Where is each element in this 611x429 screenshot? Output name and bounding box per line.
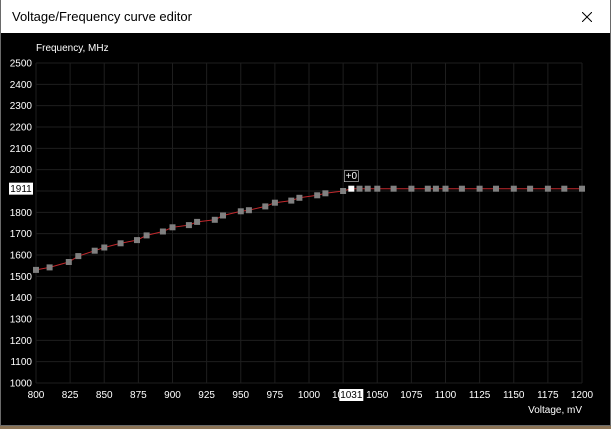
selected-frequency-label: 1911 xyxy=(10,184,32,195)
x-tick-label: 1100 xyxy=(435,390,457,401)
curve-point[interactable] xyxy=(544,185,551,192)
y-tick-label: 2100 xyxy=(10,144,33,155)
curve-point[interactable] xyxy=(458,185,465,192)
curve-point[interactable] xyxy=(314,192,321,199)
x-tick-label: 1150 xyxy=(503,390,525,401)
curve-point[interactable] xyxy=(134,237,140,244)
curve-point[interactable] xyxy=(159,228,166,235)
curve-point[interactable] xyxy=(510,185,517,192)
y-tick-label: 1800 xyxy=(10,208,33,219)
y-tick-label: 1400 xyxy=(10,293,33,304)
y-tick-label: 1100 xyxy=(10,357,32,368)
x-tick-label: 1200 xyxy=(571,390,594,401)
curve-point[interactable] xyxy=(340,188,347,194)
curve-point[interactable] xyxy=(527,185,534,192)
x-tick-label: 825 xyxy=(62,390,79,401)
x-axis-label: Voltage, mV xyxy=(528,405,582,416)
selection-labels: +0 1911 1031 xyxy=(9,170,364,401)
curve-point[interactable] xyxy=(432,185,439,192)
curve-point[interactable] xyxy=(288,197,295,204)
curve-point[interactable] xyxy=(390,185,397,192)
x-tick-label: 1050 xyxy=(366,390,389,401)
y-tick-label: 2000 xyxy=(10,165,33,176)
curve-point[interactable] xyxy=(143,232,150,239)
offset-label: +0 xyxy=(346,171,358,182)
x-tick-labels: 8008258508759009259509751000102510501075… xyxy=(28,390,594,401)
x-tick-label: 1125 xyxy=(469,390,491,401)
curve-point[interactable] xyxy=(296,194,303,201)
curve-point[interactable] xyxy=(185,222,192,229)
y-tick-label: 2500 xyxy=(10,59,33,70)
curve-point[interactable] xyxy=(46,264,53,271)
y-tick-label: 1000 xyxy=(10,379,33,390)
curve-point[interactable] xyxy=(442,185,449,192)
curve-point[interactable] xyxy=(322,190,329,197)
curve-point[interactable] xyxy=(33,266,39,273)
curve-point[interactable] xyxy=(211,216,218,223)
curve-point[interactable] xyxy=(364,185,371,192)
curve-point[interactable] xyxy=(374,185,381,192)
curve-point[interactable] xyxy=(101,244,108,251)
curve-point[interactable] xyxy=(237,208,244,215)
curve-point[interactable] xyxy=(169,224,176,231)
grid xyxy=(35,62,583,384)
x-tick-label: 850 xyxy=(96,390,113,401)
x-tick-label: 925 xyxy=(198,390,215,401)
curve-point[interactable] xyxy=(561,185,568,192)
x-tick-label: 875 xyxy=(130,390,147,401)
x-tick-label: 800 xyxy=(28,390,45,401)
y-axis-label: Frequency, MHz xyxy=(36,43,109,54)
y-tick-labels: 2500240023002200210020001900180017001600… xyxy=(10,59,33,390)
curve-point[interactable] xyxy=(493,185,499,192)
x-tick-label: 950 xyxy=(232,390,249,401)
curve-point[interactable] xyxy=(262,203,269,210)
y-tick-label: 1200 xyxy=(10,336,33,347)
curve-point[interactable] xyxy=(220,212,226,219)
curve-point[interactable] xyxy=(408,185,415,192)
selected-voltage-label: 1031 xyxy=(340,390,363,401)
curve-point[interactable] xyxy=(424,185,431,192)
vf-curve-chart[interactable]: 2500240023002200210020001900180017001600… xyxy=(0,0,611,429)
y-tick-label: 2300 xyxy=(10,101,33,112)
curve-point[interactable] xyxy=(356,185,363,192)
y-tick-label: 1700 xyxy=(10,229,33,240)
curve-point[interactable] xyxy=(117,240,124,247)
x-tick-label: 1175 xyxy=(537,390,559,401)
y-tick-label: 1600 xyxy=(10,251,33,262)
curve-point[interactable] xyxy=(91,247,98,254)
curve-point[interactable] xyxy=(65,259,72,265)
x-tick-label: 900 xyxy=(164,390,181,401)
curve-point[interactable] xyxy=(579,185,585,192)
x-tick-label: 1075 xyxy=(400,390,423,401)
curve-point[interactable] xyxy=(476,185,483,192)
y-tick-label: 1300 xyxy=(10,315,33,326)
x-tick-label: 975 xyxy=(267,390,284,401)
curve-point[interactable] xyxy=(75,253,82,260)
y-tick-label: 2400 xyxy=(10,80,33,91)
curve-point[interactable] xyxy=(194,218,201,225)
y-tick-label: 2200 xyxy=(10,123,33,134)
x-tick-label: 1000 xyxy=(298,390,321,401)
y-tick-label: 1500 xyxy=(10,272,33,283)
curve-point[interactable] xyxy=(245,207,252,214)
curve-point[interactable] xyxy=(271,199,278,206)
curve-point-selected[interactable] xyxy=(348,185,355,192)
